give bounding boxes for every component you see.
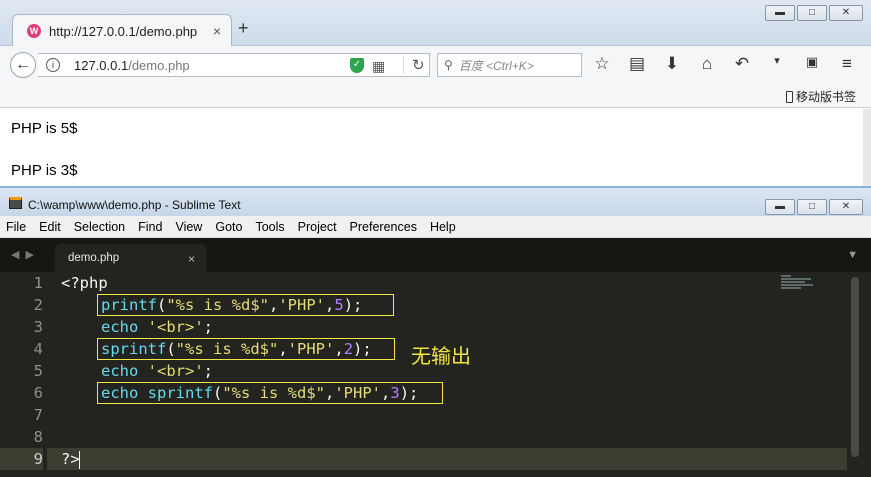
line-number: 6 [33, 384, 43, 402]
qr-code-icon[interactable]: ▦ [372, 58, 385, 75]
shield-icon[interactable]: ✓ [350, 58, 364, 73]
menu-preferences[interactable]: Preferences [350, 220, 417, 234]
current-line-highlight [47, 448, 847, 470]
line-number: 2 [33, 296, 43, 314]
search-icon: ⚲ [444, 58, 453, 72]
url-path: /demo.php [128, 57, 190, 73]
line-number: 7 [33, 406, 43, 424]
url-host: 127.0.0.1 [74, 57, 129, 73]
url-bar[interactable]: i 127.0.0.1/demo.php ✓ ▦ ↻ [38, 53, 430, 77]
line-number: 8 [33, 428, 43, 446]
menu-find[interactable]: Find [138, 220, 162, 234]
tab-close-icon[interactable]: × [213, 23, 221, 39]
code-token: ; [203, 318, 214, 336]
reader-icon[interactable]: ▣ [802, 54, 822, 74]
editor-tab-close-icon[interactable]: × [188, 252, 195, 266]
search-input[interactable]: ⚲ 百度 <Ctrl+K> [437, 53, 582, 77]
minimap[interactable] [781, 275, 817, 291]
menu-project[interactable]: Project [298, 220, 337, 234]
phone-icon [785, 90, 793, 103]
sublime-app-icon [9, 197, 22, 209]
editor-tab-demo-php[interactable]: demo.php × [55, 244, 207, 272]
bookmarks-bar: 移动版书签 [0, 84, 871, 108]
annotation-no-output: 无输出 [411, 344, 471, 368]
close-button[interactable]: ✕ [829, 5, 863, 21]
sublime-titlebar: C:\wamp\www\demo.php - Sublime Text ▬ □ … [0, 186, 871, 216]
code-line-3: echo '<br>'; [101, 316, 213, 338]
output-line-2: PHP is 3$ [11, 162, 78, 179]
tab-title: http://127.0.0.1/demo.php [49, 23, 198, 39]
sublime-title: C:\wamp\www\demo.php - Sublime Text [28, 198, 241, 212]
tab-nav-arrows-icon[interactable]: ◀▶ [11, 248, 40, 261]
output-line-1: PHP is 5$ [11, 120, 78, 137]
menu-selection[interactable]: Selection [74, 220, 125, 234]
download-icon[interactable]: ⬇ [662, 54, 682, 74]
browser-tab[interactable]: W http://127.0.0.1/demo.php × [12, 14, 232, 47]
code-token: ; [203, 362, 214, 380]
line-number: 9 [0, 448, 43, 470]
hamburger-menu-icon[interactable]: ≡ [837, 54, 857, 74]
sublime-tabbar: ◀▶ demo.php × ▼ [0, 238, 871, 272]
undo-icon[interactable]: ↶ [732, 54, 752, 74]
menu-tools[interactable]: Tools [255, 220, 284, 234]
sublime-maximize-button[interactable]: □ [797, 199, 827, 215]
sublime-menubar: File Edit Selection Find View Goto Tools… [0, 216, 871, 238]
code-token-string: '<br>' [147, 318, 204, 336]
maximize-button[interactable]: □ [797, 5, 827, 21]
mobile-bookmarks-link[interactable]: 移动版书签 [785, 88, 856, 105]
menu-arrow-icon[interactable]: ▾ [767, 54, 787, 74]
minimize-button[interactable]: ▬ [765, 5, 795, 21]
page-scrollbar[interactable] [863, 109, 871, 186]
code-line-5: echo '<br>'; [101, 360, 213, 382]
editor-scrollbar[interactable] [851, 277, 859, 457]
back-button[interactable]: ← [10, 52, 36, 78]
highlight-box-echo-sprintf [97, 382, 443, 404]
menu-edit[interactable]: Edit [39, 220, 61, 234]
sublime-close-button[interactable]: ✕ [829, 199, 863, 215]
navigation-toolbar: ← i 127.0.0.1/demo.php ✓ ▦ ↻ ⚲ 百度 <Ctrl+… [0, 46, 871, 84]
menu-goto[interactable]: Goto [215, 220, 242, 234]
wamp-favicon-icon: W [27, 24, 41, 38]
line-number: 1 [33, 274, 43, 292]
menu-help[interactable]: Help [430, 220, 456, 234]
line-number: 3 [33, 318, 43, 336]
browser-window: W http://127.0.0.1/demo.php × + ▬ □ ✕ ← … [0, 0, 871, 186]
home-icon[interactable]: ⌂ [697, 54, 717, 74]
browser-window-controls: ▬ □ ✕ [765, 5, 863, 21]
highlight-box-sprintf [97, 338, 395, 360]
editor-tab-label: demo.php [68, 252, 120, 264]
menu-file[interactable]: File [6, 220, 26, 234]
highlight-box-printf [97, 294, 394, 316]
sublime-window-controls: ▬ □ ✕ [765, 199, 863, 215]
menu-view[interactable]: View [175, 220, 202, 234]
text-cursor [79, 451, 80, 469]
code-line-1: <?php [61, 274, 108, 292]
tab-dropdown-icon[interactable]: ▼ [847, 249, 858, 261]
search-placeholder: 百度 <Ctrl+K> [458, 58, 534, 73]
reload-icon[interactable]: ↻ [403, 56, 425, 74]
page-content: PHP is 5$ PHP is 3$ [0, 109, 863, 186]
sublime-window: C:\wamp\www\demo.php - Sublime Text ▬ □ … [0, 186, 871, 477]
code-line-9: ?> [61, 450, 80, 468]
toolbar-icons: ☆ ▤ ⬇ ⌂ ↶ ▾ ▣ ≡ [592, 54, 857, 74]
browser-titlebar: W http://127.0.0.1/demo.php × + ▬ □ ✕ [0, 0, 871, 47]
star-icon[interactable]: ☆ [592, 54, 612, 74]
code-editor[interactable]: 1 2 3 4 5 6 7 8 9 <?php printf("%s is %d… [0, 272, 871, 477]
code-token-string: '<br>' [147, 362, 204, 380]
code-token-fn: echo [101, 318, 139, 336]
line-number: 5 [33, 362, 43, 380]
new-tab-button[interactable]: + [238, 18, 249, 39]
sublime-minimize-button[interactable]: ▬ [765, 199, 795, 215]
code-token-fn: echo [101, 362, 139, 380]
reading-list-icon[interactable]: ▤ [627, 54, 647, 74]
mobile-bookmarks-label: 移动版书签 [795, 90, 856, 104]
site-info-icon[interactable]: i [46, 58, 60, 72]
line-number: 4 [33, 340, 43, 358]
url-text[interactable]: 127.0.0.1/demo.php [74, 58, 190, 73]
